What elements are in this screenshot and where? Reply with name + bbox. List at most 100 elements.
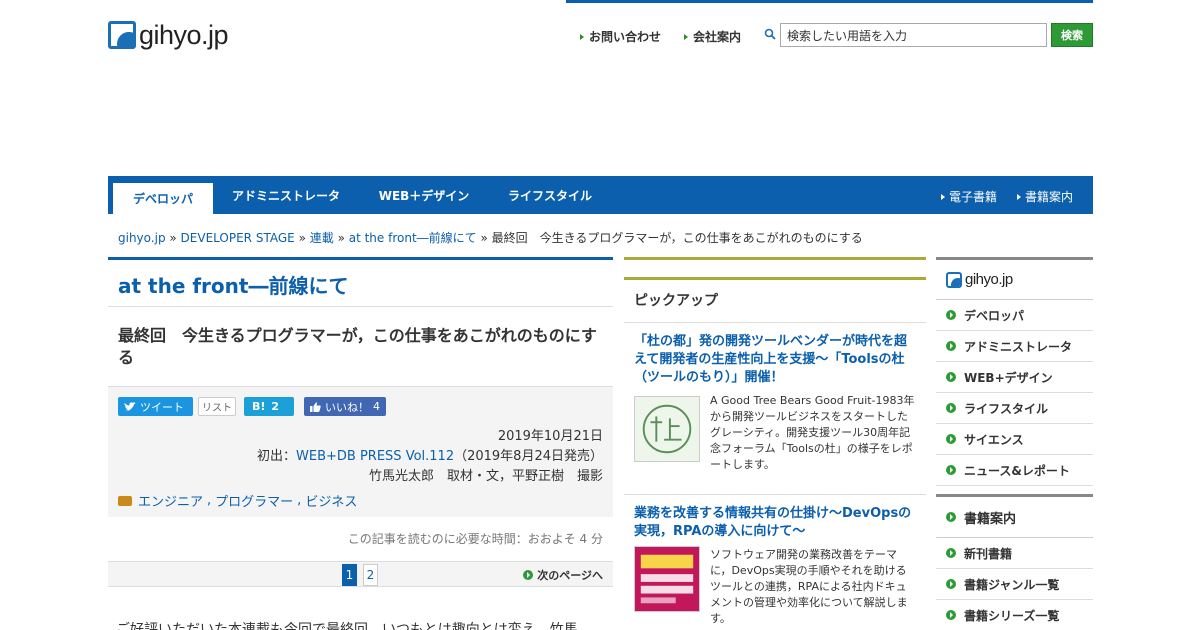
sidebar-item-book-series[interactable]: 書籍シリーズ一覧 bbox=[936, 600, 1093, 630]
circle-arrow-icon bbox=[946, 310, 956, 320]
circle-arrow-icon bbox=[946, 579, 956, 589]
logo-mark-icon bbox=[108, 21, 136, 49]
logo-text: gihyo.jp bbox=[139, 19, 229, 50]
sidebar-item-lifestyle[interactable]: ライフスタイル bbox=[936, 393, 1093, 424]
like-count: 4 bbox=[373, 400, 380, 413]
nav-tab-web-design[interactable]: WEB＋デザイン bbox=[364, 176, 484, 214]
circle-arrow-icon bbox=[946, 434, 956, 444]
hatena-bookmark-button[interactable]: B! 2 bbox=[244, 397, 294, 416]
page-1[interactable]: 1 bbox=[342, 564, 357, 586]
tag-separator: , bbox=[297, 493, 302, 508]
circle-arrow-icon bbox=[946, 403, 956, 413]
list-button[interactable]: リスト bbox=[198, 397, 236, 416]
series-title[interactable]: at the front―前線にて bbox=[108, 257, 613, 307]
pickup-heading-text: ピックアップ bbox=[634, 293, 718, 309]
pickup-item[interactable]: 業務を改善する情報共有の仕掛け～DevOpsの実現，RPAの導入に向けて～ ソフ… bbox=[624, 494, 926, 630]
article-title: 最終回 今生きるプログラマーが，この仕事をあこがれのものにする bbox=[108, 307, 613, 387]
pickup-item-title[interactable]: 業務を改善する情報共有の仕掛け～DevOpsの実現，RPAの導入に向けて～ bbox=[634, 505, 916, 541]
first-pub-link[interactable]: WEB+DB PRESS Vol.112 bbox=[296, 449, 454, 464]
breadcrumb-series[interactable]: 連載 bbox=[310, 231, 334, 245]
company-link[interactable]: 会社案内 bbox=[684, 28, 741, 45]
tag-separator: , bbox=[207, 493, 212, 508]
arrow-right-icon bbox=[1017, 194, 1021, 200]
first-pub-prefix: 初出： bbox=[257, 449, 297, 464]
tweet-button[interactable]: ツイート bbox=[118, 397, 193, 416]
tag-business[interactable]: ビジネス bbox=[305, 491, 357, 510]
facebook-like-button[interactable]: いいね！ 4 bbox=[304, 397, 386, 416]
sidebar-item-admin[interactable]: アドミニストレータ bbox=[936, 331, 1093, 362]
next-page-label: 次のページへ bbox=[537, 569, 603, 582]
nav-ebooks-link[interactable]: 電子書籍 bbox=[941, 188, 997, 205]
nav-tab-lifestyle[interactable]: ライフスタイル bbox=[492, 176, 608, 214]
circle-arrow-icon bbox=[946, 610, 956, 620]
sidebar-item-label: 書籍ジャンル一覧 bbox=[964, 577, 1060, 592]
contact-link[interactable]: お問い合わせ bbox=[580, 28, 661, 45]
breadcrumb-developer-stage[interactable]: DEVELOPER STAGE bbox=[181, 231, 295, 245]
pickup-column: ピックアップ 「杜の都」発の開発ツールベンダーが時代を超えて開発者の生産性向上を… bbox=[624, 257, 926, 630]
site-logo[interactable]: gihyo.jp bbox=[108, 19, 229, 50]
circle-arrow-icon bbox=[946, 548, 956, 558]
read-time: この記事を読むのに必要な時間：おおよそ 4 分 bbox=[347, 532, 603, 546]
tweet-label: ツイート bbox=[140, 400, 184, 414]
publish-date: 2019年10月21日 bbox=[497, 429, 603, 444]
circle-arrow-icon bbox=[946, 341, 956, 351]
tag-list: エンジニア, プログラマー, ビジネス bbox=[118, 491, 357, 510]
breadcrumb: gihyo.jp » DEVELOPER STAGE » 連載 » at the… bbox=[118, 229, 863, 246]
sidebar-item-web-design[interactable]: WEB+デザイン bbox=[936, 362, 1093, 393]
tag-engineer[interactable]: エンジニア bbox=[138, 491, 203, 510]
page-2[interactable]: 2 bbox=[363, 564, 378, 586]
first-publication: 初出：WEB+DB PRESS Vol.112（2019年8月24日発売） bbox=[257, 445, 603, 464]
tools-mori-thumbnail-icon[interactable] bbox=[634, 396, 700, 462]
first-pub-suffix: （2019年8月24日発売） bbox=[454, 449, 603, 464]
sidebar-item-label: 書籍シリーズ一覧 bbox=[964, 608, 1060, 623]
nav-books-link[interactable]: 書籍案内 bbox=[1017, 188, 1073, 205]
next-page-link[interactable]: 次のページへ bbox=[523, 567, 603, 583]
company-link-label: 会社案内 bbox=[693, 30, 742, 44]
contact-link-label: お問い合わせ bbox=[589, 30, 662, 44]
article-column: at the front―前線にて 最終回 今生きるプログラマーが，この仕事をあ… bbox=[108, 257, 613, 630]
tag-programmer[interactable]: プログラマー bbox=[215, 491, 293, 510]
search-input[interactable] bbox=[780, 23, 1047, 47]
sidebar-item-news[interactable]: ニュース&レポート bbox=[936, 455, 1093, 486]
breadcrumb-home[interactable]: gihyo.jp bbox=[118, 231, 166, 245]
breadcrumb-at-the-front[interactable]: at the front―前線にて bbox=[349, 231, 477, 245]
pickup-heading: ピックアップ bbox=[624, 257, 926, 322]
breadcrumb-current: 最終回 今生きるプログラマーが，この仕事をあこがれのものにする bbox=[491, 231, 863, 245]
logo-mark-icon bbox=[946, 271, 962, 288]
sidebar-item-developer[interactable]: デベロッパ bbox=[936, 300, 1093, 331]
devops-thumbnail-icon[interactable] bbox=[634, 546, 700, 612]
hatena-count: 2 bbox=[271, 400, 280, 413]
sidebar-item-label: WEB+デザイン bbox=[964, 370, 1053, 385]
circle-arrow-icon bbox=[946, 512, 956, 522]
pickup-item-desc: A Good Tree Bears Good Fruit-1983年から開発ツー… bbox=[710, 394, 915, 471]
like-label: いいね！ bbox=[325, 400, 369, 414]
sidebar-item-science[interactable]: サイエンス bbox=[936, 424, 1093, 455]
sidebar-logo[interactable]: gihyo.jp bbox=[936, 257, 1093, 300]
sidebar-item-new-books[interactable]: 新刊書籍 bbox=[936, 538, 1093, 569]
article-body-text: ご好評いただいた本連載も今回で最終回。いつもとは趣向とは変え，竹馬 bbox=[116, 622, 578, 630]
tag-icon bbox=[118, 495, 132, 506]
pickup-item[interactable]: 「杜の都」発の開発ツールベンダーが時代を超えて開発者の生産性向上を支援～「Too… bbox=[624, 322, 926, 494]
article-credits: 竹馬光太郎 取材・文，平野正樹 撮影 bbox=[368, 469, 603, 484]
sidebar-item-label: ライフスタイル bbox=[964, 401, 1049, 416]
arrow-right-icon bbox=[580, 34, 584, 40]
search-button[interactable]: 検索 bbox=[1051, 23, 1093, 47]
search-icon bbox=[764, 28, 776, 40]
pickup-item-desc: ソフトウェア開発の業務改善をテーマに，DevOps実現の手順やそれを助けるツール… bbox=[710, 548, 908, 625]
breadcrumb-separator: » bbox=[480, 231, 492, 245]
arrow-right-icon bbox=[941, 194, 945, 200]
nav-books-label: 書籍案内 bbox=[1025, 190, 1074, 204]
pagination: 1 2 次のページへ bbox=[108, 561, 613, 587]
nav-tab-developer[interactable]: デベロッパ bbox=[113, 180, 213, 214]
sidebar-item-book-genres[interactable]: 書籍ジャンル一覧 bbox=[936, 569, 1093, 600]
main-nav: デベロッパ アドミニストレータ WEB＋デザイン ライフスタイル 電子書籍 書籍… bbox=[108, 176, 1093, 214]
sidebar-logo-text: gihyo.jp bbox=[965, 271, 1013, 288]
breadcrumb-separator: » bbox=[298, 231, 310, 245]
nav-tab-admin[interactable]: アドミニストレータ bbox=[216, 176, 356, 214]
circle-arrow-icon bbox=[946, 465, 956, 475]
pickup-item-title[interactable]: 「杜の都」発の開発ツールベンダーが時代を超えて開発者の生産性向上を支援～「Too… bbox=[634, 333, 916, 387]
top-accent-bar bbox=[566, 0, 1093, 3]
breadcrumb-separator: » bbox=[169, 231, 181, 245]
sidebar-books-heading[interactable]: 書籍案内 bbox=[936, 494, 1093, 538]
circle-arrow-icon bbox=[946, 372, 956, 382]
